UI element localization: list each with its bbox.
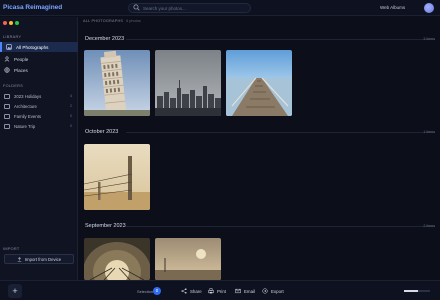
upload-icon [17, 256, 22, 262]
share-label: Share [190, 288, 202, 294]
app-title: Picasa Reimagined [3, 4, 63, 11]
share-icon [181, 288, 187, 294]
folder-label: Architecture [14, 103, 37, 109]
import-from-device-button[interactable]: Import from Device [4, 254, 74, 264]
email-label: Email [244, 288, 255, 294]
photo-thumbnail-fence-post[interactable] [84, 144, 150, 210]
month-header: December 2023 [85, 36, 125, 42]
folder-count: 2 [70, 104, 72, 108]
folder-icon [4, 103, 10, 109]
month-header: September 2023 [85, 223, 126, 229]
month-count: 1 items [423, 130, 435, 134]
sidebar-item-places[interactable]: Places [0, 65, 78, 75]
sidebar-item-label: People [14, 56, 29, 62]
photo-thumbnail-leaning-tower[interactable] [84, 50, 150, 116]
import-button-label: Import from Device [24, 256, 62, 262]
export-icon [262, 288, 268, 294]
maximize-window-button[interactable] [15, 21, 19, 25]
sidebar-item-all-photographs[interactable]: All Photographs [0, 42, 78, 52]
zoom-slider[interactable] [404, 290, 430, 292]
selection-count-badge: 0 [153, 287, 161, 295]
folder-count: 4 [70, 94, 72, 98]
minimize-window-button[interactable] [9, 21, 13, 25]
photo-thumbnail-pier[interactable] [226, 50, 292, 116]
month-divider [126, 132, 435, 133]
folder-icon [4, 113, 10, 119]
print-label: Print [217, 288, 227, 294]
breadcrumb: ALL PHOTOGRAPHS 6 photos [83, 19, 141, 23]
search-input[interactable] [143, 5, 243, 11]
folder-label: Nature Trip [14, 123, 36, 129]
month-header: October 2023 [85, 129, 119, 135]
search-bar[interactable] [128, 3, 251, 13]
folder-label: Family Events [14, 113, 41, 119]
import-section-label: IMPORT [3, 247, 20, 251]
folder-icon [4, 123, 10, 129]
month-divider [126, 39, 435, 40]
month-count: 3 items [423, 37, 435, 41]
web-albums-link[interactable]: Web Albums [380, 5, 405, 10]
zoom-slider-fill [404, 290, 419, 292]
folder-label: 2023 Holidays [14, 93, 42, 99]
email-icon [235, 288, 241, 294]
print-icon [208, 288, 214, 294]
month-count: 2 items [423, 224, 435, 228]
export-label: Export [271, 288, 284, 294]
top-bar: Picasa Reimagined Web Albums [0, 0, 440, 16]
breadcrumb-title: ALL PHOTOGRAPHS [83, 19, 124, 23]
add-button[interactable]: + [8, 284, 22, 298]
people-icon [4, 56, 10, 62]
sidebar-folder-2023-holidays[interactable]: 2023 Holidays 4 [0, 91, 78, 101]
search-icon [133, 4, 141, 12]
sidebar: LIBRARY All Photographs People Places FO… [0, 17, 78, 280]
photo-thumbnail-tunnel[interactable] [84, 238, 150, 280]
sidebar-item-people[interactable]: People [0, 54, 78, 64]
sidebar-item-label: All Photographs [16, 44, 49, 50]
window-controls [3, 21, 19, 25]
sidebar-folder-nature-trip[interactable]: Nature Trip 0 [0, 121, 78, 131]
bottom-toolbar: + Selection 0 Share Print Email Export [0, 280, 440, 300]
sidebar-item-label: Places [14, 67, 28, 73]
selection-label: Selection [137, 289, 154, 294]
globe-icon [4, 67, 10, 73]
photo-thumbnail-city-skyline[interactable] [155, 50, 221, 116]
close-window-button[interactable] [3, 21, 7, 25]
sidebar-folder-family-events[interactable]: Family Events 0 [0, 111, 78, 121]
share-button[interactable]: Share [181, 288, 202, 294]
library-section-label: LIBRARY [3, 35, 22, 39]
email-button[interactable]: Email [235, 288, 255, 294]
folder-icon [4, 93, 10, 99]
folder-count: 0 [70, 124, 72, 128]
photo-thumbnail-field-sunset[interactable] [155, 238, 221, 280]
folder-count: 0 [70, 114, 72, 118]
photo-count: 6 photos [126, 19, 141, 23]
avatar[interactable] [424, 3, 434, 13]
photo-grid: ALL PHOTOGRAPHS 6 photos December 2023 3 … [79, 17, 440, 280]
photos-icon [6, 44, 12, 50]
print-button[interactable]: Print [208, 288, 226, 294]
month-divider [126, 226, 435, 227]
folders-section-label: FOLDERS [3, 84, 24, 88]
export-button[interactable]: Export [262, 288, 284, 294]
sidebar-folder-architecture[interactable]: Architecture 2 [0, 101, 78, 111]
